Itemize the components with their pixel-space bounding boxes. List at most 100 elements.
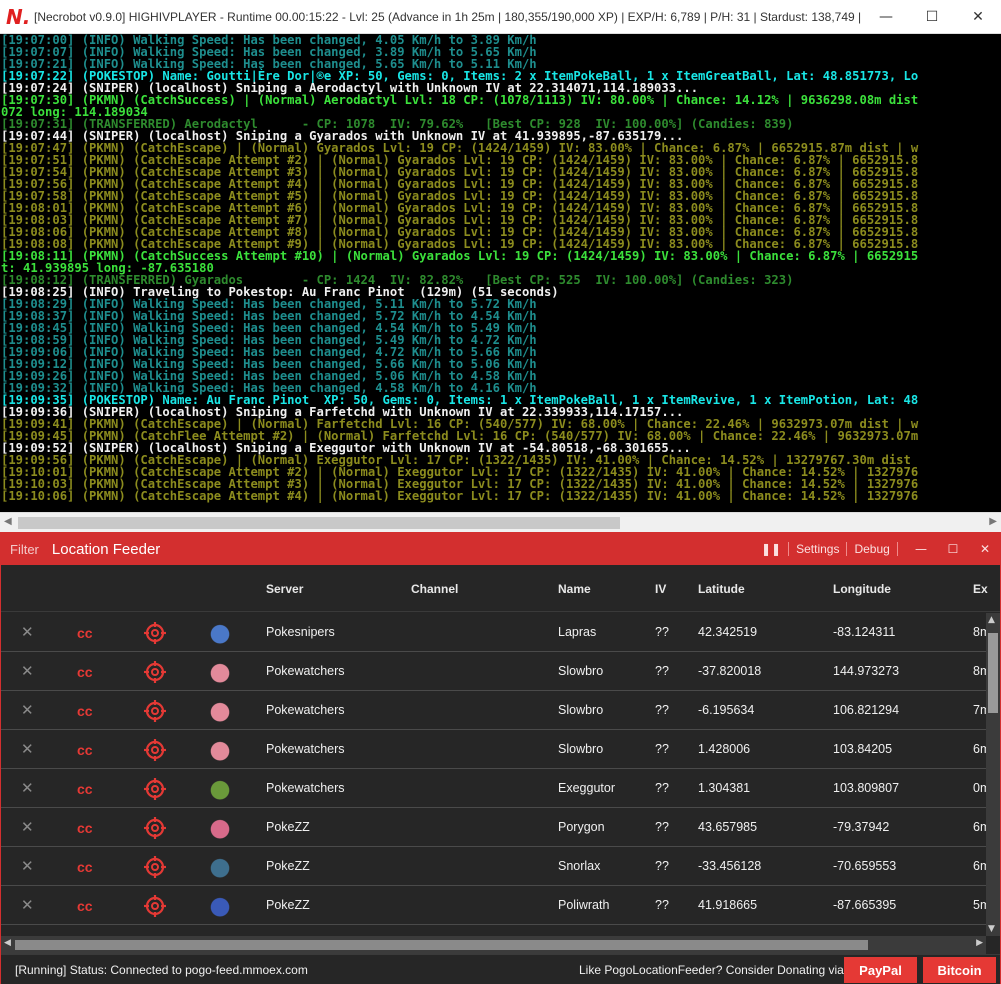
expires-cell: 6m bbox=[973, 859, 986, 873]
minimize-button[interactable]: — bbox=[863, 0, 909, 33]
paypal-button[interactable]: PayPal bbox=[844, 957, 917, 983]
table-row[interactable]: ✕ cc Pokewatchers Slowbro?? 1.428006 103.8420… bbox=[1, 730, 986, 769]
window-title: [Necrobot v0.9.0] HIGHIVPLAYER - Runtime… bbox=[34, 9, 863, 24]
snipe-target-icon[interactable] bbox=[143, 699, 167, 723]
column-header-channel[interactable]: Channel bbox=[411, 582, 458, 596]
remove-icon[interactable]: ✕ bbox=[21, 769, 34, 808]
latitude-cell: -37.820018 bbox=[698, 664, 762, 678]
iv-cell: ?? bbox=[655, 703, 669, 717]
maximize-button[interactable]: ☐ bbox=[909, 0, 955, 33]
close-button[interactable]: ✕ bbox=[955, 0, 1001, 33]
poliwrath-icon bbox=[207, 894, 233, 918]
console-horizontal-scrollbar[interactable]: ◀ ▶ bbox=[0, 512, 1001, 532]
remove-icon[interactable]: ✕ bbox=[21, 808, 34, 847]
copy-coordinates-icon[interactable]: cc bbox=[77, 624, 97, 642]
expires-cell: 6m bbox=[973, 742, 986, 756]
scroll-left-icon[interactable]: ◀ bbox=[4, 516, 12, 527]
settings-button[interactable]: Settings bbox=[796, 542, 839, 556]
column-header-longitude[interactable]: Longitude bbox=[833, 582, 891, 596]
divider bbox=[896, 542, 898, 556]
remove-icon[interactable]: ✕ bbox=[21, 652, 34, 691]
column-header-latitude[interactable]: Latitude bbox=[698, 582, 745, 596]
expires-cell: 6m bbox=[973, 820, 986, 834]
server-cell: Pokesnipers bbox=[266, 625, 335, 639]
latitude-cell: 1.304381 bbox=[698, 781, 751, 795]
slowbro-icon bbox=[207, 699, 233, 723]
scrollbar-thumb[interactable] bbox=[18, 517, 620, 529]
copy-coordinates-icon[interactable]: cc bbox=[77, 663, 97, 681]
donate-text: Like PogoLocationFeeder? Consider Donati… bbox=[579, 963, 844, 977]
bitcoin-button[interactable]: Bitcoin bbox=[923, 957, 996, 983]
name-cell: Poliwrath bbox=[558, 898, 610, 912]
snipe-target-icon[interactable] bbox=[143, 621, 167, 645]
divider bbox=[846, 542, 848, 556]
column-header-name[interactable]: Name bbox=[558, 582, 591, 596]
remove-icon[interactable]: ✕ bbox=[21, 847, 34, 886]
table-row[interactable]: ✕ cc Pokewatchers Slowbro?? -6.195634 106.821… bbox=[1, 691, 986, 730]
column-header-iv[interactable]: IV bbox=[655, 582, 666, 596]
expires-cell: 7m bbox=[973, 703, 986, 717]
expires-cell: 8m bbox=[973, 664, 986, 678]
latitude-cell: 42.342519 bbox=[698, 625, 758, 639]
iv-cell: ?? bbox=[655, 781, 669, 795]
console-log[interactable]: [19:07:00] (INFO) Walking Speed: Has bee… bbox=[0, 34, 1001, 512]
server-cell: Pokewatchers bbox=[266, 742, 345, 756]
console-line: [19:10:06] (PKMN) (CatchEscape Attempt #… bbox=[1, 489, 919, 503]
scroll-right-icon[interactable]: ▶ bbox=[989, 516, 997, 527]
iv-cell: ?? bbox=[655, 859, 669, 873]
column-header-expires[interactable]: Ex bbox=[973, 582, 988, 596]
longitude-cell: 103.84205 bbox=[833, 742, 893, 756]
copy-coordinates-icon[interactable]: cc bbox=[77, 780, 97, 798]
snorlax-icon bbox=[207, 855, 233, 879]
slowbro-icon bbox=[207, 738, 233, 762]
table-horizontal-scrollbar[interactable]: ◀ ▶ bbox=[1, 936, 986, 954]
remove-icon[interactable]: ✕ bbox=[21, 886, 34, 925]
scrollbar-thumb[interactable] bbox=[988, 633, 998, 713]
feeder-minimize-button[interactable]: — bbox=[905, 542, 937, 556]
longitude-cell: -70.659553 bbox=[833, 859, 897, 873]
table-row[interactable]: ✕ cc PokeZZ Poliwrath?? 41.918665 -87.665395 5… bbox=[1, 886, 986, 925]
server-cell: Pokewatchers bbox=[266, 781, 345, 795]
status-bar: [Running] Status: Connected to pogo-feed… bbox=[1, 954, 1000, 984]
table-vertical-scrollbar[interactable]: ▲ ▼ bbox=[986, 613, 1000, 936]
server-cell: Pokewatchers bbox=[266, 664, 345, 678]
debug-button[interactable]: Debug bbox=[854, 542, 889, 556]
feeder-maximize-button[interactable]: ☐ bbox=[937, 542, 969, 556]
snipe-target-icon[interactable] bbox=[143, 816, 167, 840]
snipe-target-icon[interactable] bbox=[143, 738, 167, 762]
copy-coordinates-icon[interactable]: cc bbox=[77, 741, 97, 759]
scroll-up-icon[interactable]: ▲ bbox=[988, 615, 995, 625]
snipe-target-icon[interactable] bbox=[143, 660, 167, 684]
scrollbar-thumb[interactable] bbox=[15, 940, 868, 950]
snipe-target-icon[interactable] bbox=[143, 894, 167, 918]
table-row[interactable]: ✕ cc Pokewatchers Slowbro?? -37.820018 144.97… bbox=[1, 652, 986, 691]
column-header-server[interactable]: Server bbox=[266, 582, 303, 596]
copy-coordinates-icon[interactable]: cc bbox=[77, 702, 97, 720]
longitude-cell: 106.821294 bbox=[833, 703, 900, 717]
longitude-cell: -83.124311 bbox=[833, 625, 896, 639]
copy-coordinates-icon[interactable]: cc bbox=[77, 819, 97, 837]
table-row[interactable]: ✕ cc Pokesnipers Lapras?? 42.342519 -83.12431… bbox=[1, 613, 986, 652]
copy-coordinates-icon[interactable]: cc bbox=[77, 897, 97, 915]
grid-header: Server Channel Name IV Latitude Longitud… bbox=[1, 565, 1000, 612]
status-text: [Running] Status: Connected to pogo-feed… bbox=[15, 963, 308, 977]
remove-icon[interactable]: ✕ bbox=[21, 730, 34, 769]
table-row[interactable]: ✕ cc PokeZZ Porygon?? 43.657985 -79.37942 6m bbox=[1, 808, 986, 847]
table-row[interactable]: ✕ cc Pokewatchers Exeggutor?? 1.304381 103.80… bbox=[1, 769, 986, 808]
remove-icon[interactable]: ✕ bbox=[21, 613, 34, 652]
copy-coordinates-icon[interactable]: cc bbox=[77, 858, 97, 876]
longitude-cell: 103.809807 bbox=[833, 781, 900, 795]
server-cell: PokeZZ bbox=[266, 859, 310, 873]
feeder-close-button[interactable]: ✕ bbox=[969, 542, 1001, 556]
pause-icon[interactable]: ❚❚ bbox=[761, 542, 781, 556]
name-cell: Lapras bbox=[558, 625, 597, 639]
table-row[interactable]: ✕ cc PokeZZ Snorlax?? -33.456128 -70.659553 6m bbox=[1, 847, 986, 886]
scroll-down-icon[interactable]: ▼ bbox=[988, 924, 995, 934]
scroll-right-icon[interactable]: ▶ bbox=[976, 938, 983, 948]
iv-cell: ?? bbox=[655, 664, 669, 678]
snipe-target-icon[interactable] bbox=[143, 777, 167, 801]
scroll-left-icon[interactable]: ◀ bbox=[4, 938, 11, 948]
snipe-target-icon[interactable] bbox=[143, 855, 167, 879]
remove-icon[interactable]: ✕ bbox=[21, 691, 34, 730]
filter-button[interactable]: Filter bbox=[10, 542, 39, 557]
